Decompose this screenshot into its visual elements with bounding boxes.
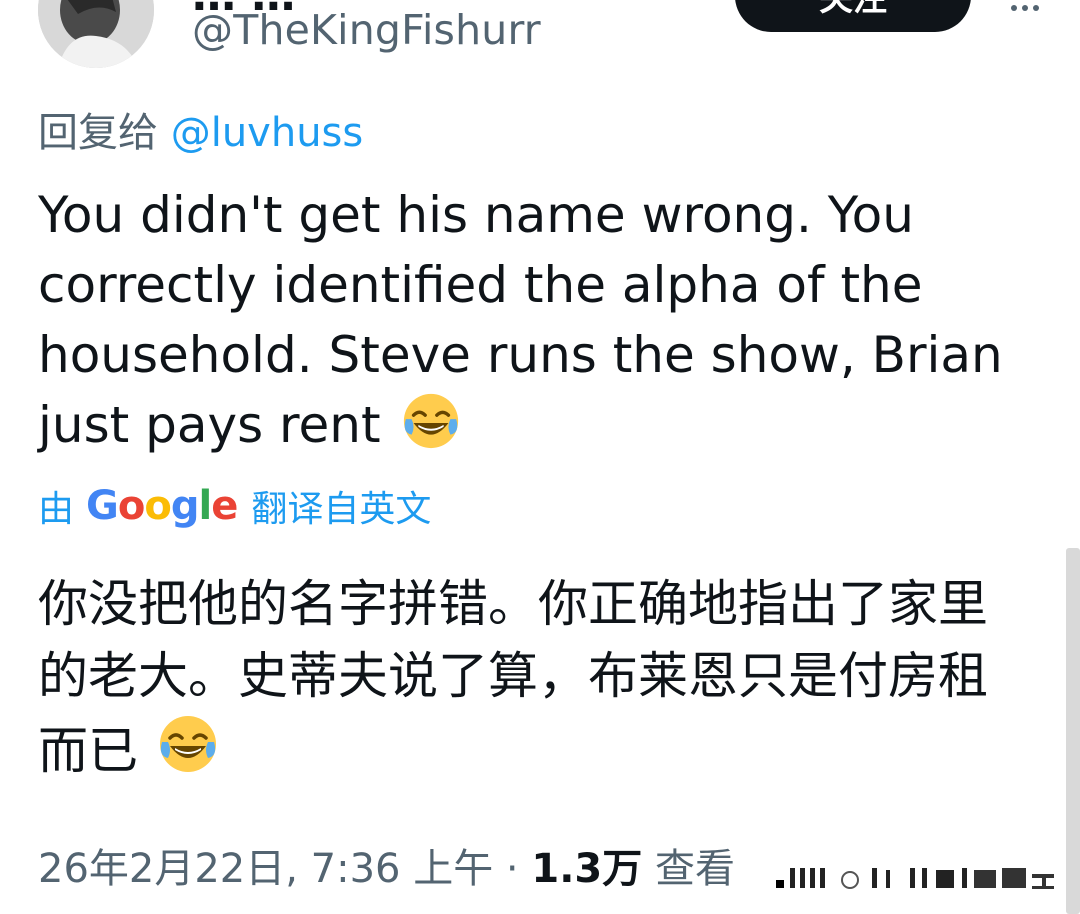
avatar-photo	[38, 0, 154, 68]
scrollbar[interactable]	[1066, 548, 1080, 914]
follow-button[interactable]: 关注	[735, 0, 971, 32]
follow-button-label: 关注	[819, 0, 887, 19]
more-dots-icon[interactable]	[1010, 2, 1040, 14]
watermark-logo	[776, 868, 1054, 889]
google-logo-letter: o	[117, 483, 146, 529]
google-logo-letter: l	[198, 483, 212, 529]
google-logo-letter: g	[170, 483, 200, 529]
translated-from-label: 翻译自英文	[251, 489, 432, 530]
meta-separator: ·	[493, 846, 532, 892]
translated-by-label: 由	[38, 489, 75, 530]
views-label: 查看	[642, 846, 735, 892]
google-logo-letter: G	[86, 483, 119, 529]
face-with-tears-of-joy-icon	[156, 712, 220, 776]
google-logo-letter: e	[211, 483, 238, 529]
author-handle[interactable]: @TheKingFishurr	[192, 6, 541, 54]
google-logo: Google	[86, 483, 238, 529]
google-logo-letter: o	[144, 483, 172, 529]
tweet-timestamp[interactable]: 26年2月22日, 7:36 上午	[38, 846, 493, 892]
face-with-tears-of-joy-icon	[400, 390, 462, 452]
translated-text: 你没把他的名字拼错。你正确地指出了家里的老大。史蒂夫说了算，布莱恩只是付房租而已	[38, 568, 1028, 787]
translation-attribution[interactable]: 由 Google 翻译自英文	[38, 480, 431, 532]
tweet-meta: 26年2月22日, 7:36 上午 · 1.3万 查看	[38, 836, 735, 894]
tweet-text: You didn't get his name wrong. You corre…	[38, 180, 1038, 460]
tweet-text-body: You didn't get his name wrong. You corre…	[38, 186, 1003, 454]
author-avatar[interactable]	[38, 0, 154, 68]
reply-to-line: 回复给 @luvhuss	[38, 100, 363, 158]
views-count: 1.3万	[531, 846, 643, 892]
reply-to-prefix: 回复给	[38, 110, 158, 156]
reply-mention-link[interactable]: @luvhuss	[171, 110, 364, 156]
